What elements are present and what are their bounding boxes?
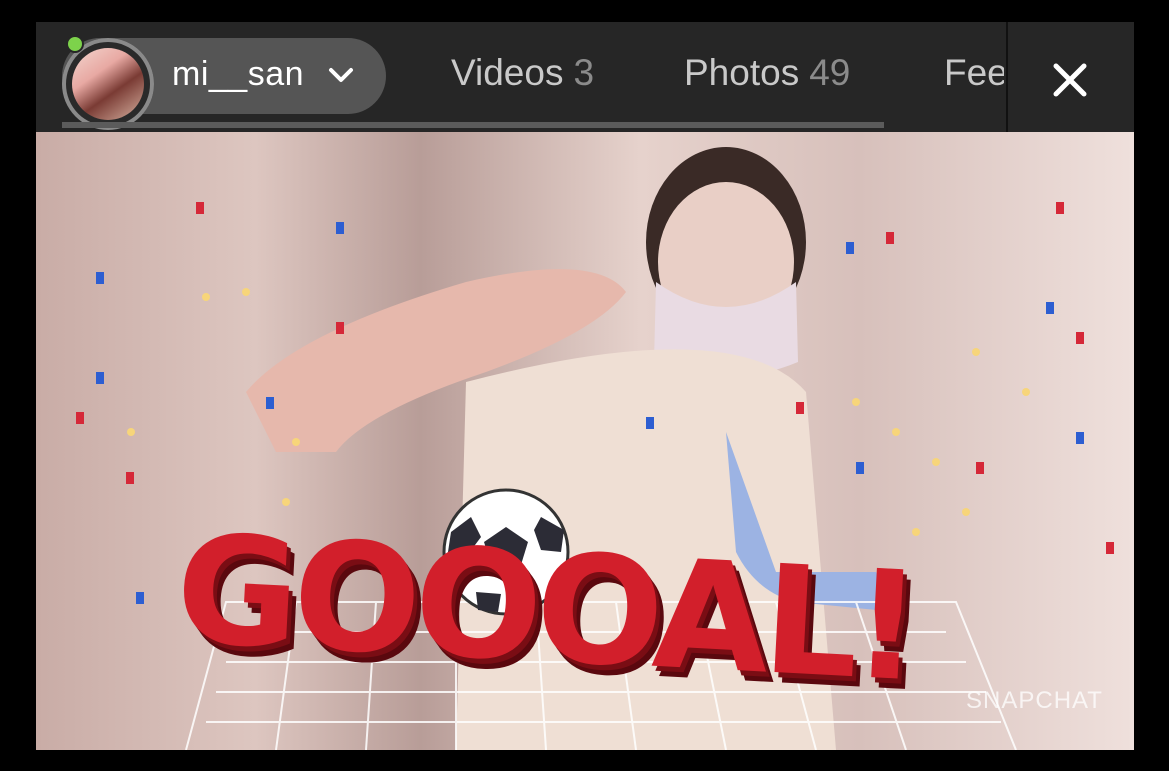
tab-feed[interactable]: Fee [944, 52, 1004, 94]
tab-photos[interactable]: Photos 49 [684, 52, 850, 94]
tab-videos-label: Videos [451, 52, 564, 93]
close-icon[interactable] [1038, 48, 1102, 112]
tab-videos-count: 3 [573, 52, 595, 93]
chevron-down-icon[interactable] [328, 66, 354, 84]
story-viewer: mi__san Videos 3 Photos 49 Fee GOOOAL! S… [36, 22, 1134, 750]
snapchat-watermark: SNAPCHAT [966, 687, 1103, 714]
tab-photos-count: 49 [809, 52, 851, 93]
story-media[interactable]: GOOOAL! SNAPCHAT [36, 132, 1134, 750]
avatar[interactable] [72, 48, 144, 120]
username[interactable]: mi__san [172, 55, 304, 94]
story-progress-bar [62, 122, 884, 128]
viewer-header: mi__san Videos 3 Photos 49 Fee [36, 22, 1134, 132]
tab-videos[interactable]: Videos 3 [451, 52, 594, 94]
tab-feed-label: Fee [944, 52, 1004, 93]
online-status-dot [66, 35, 84, 53]
tab-photos-label: Photos [684, 52, 800, 93]
header-divider [1006, 22, 1008, 132]
